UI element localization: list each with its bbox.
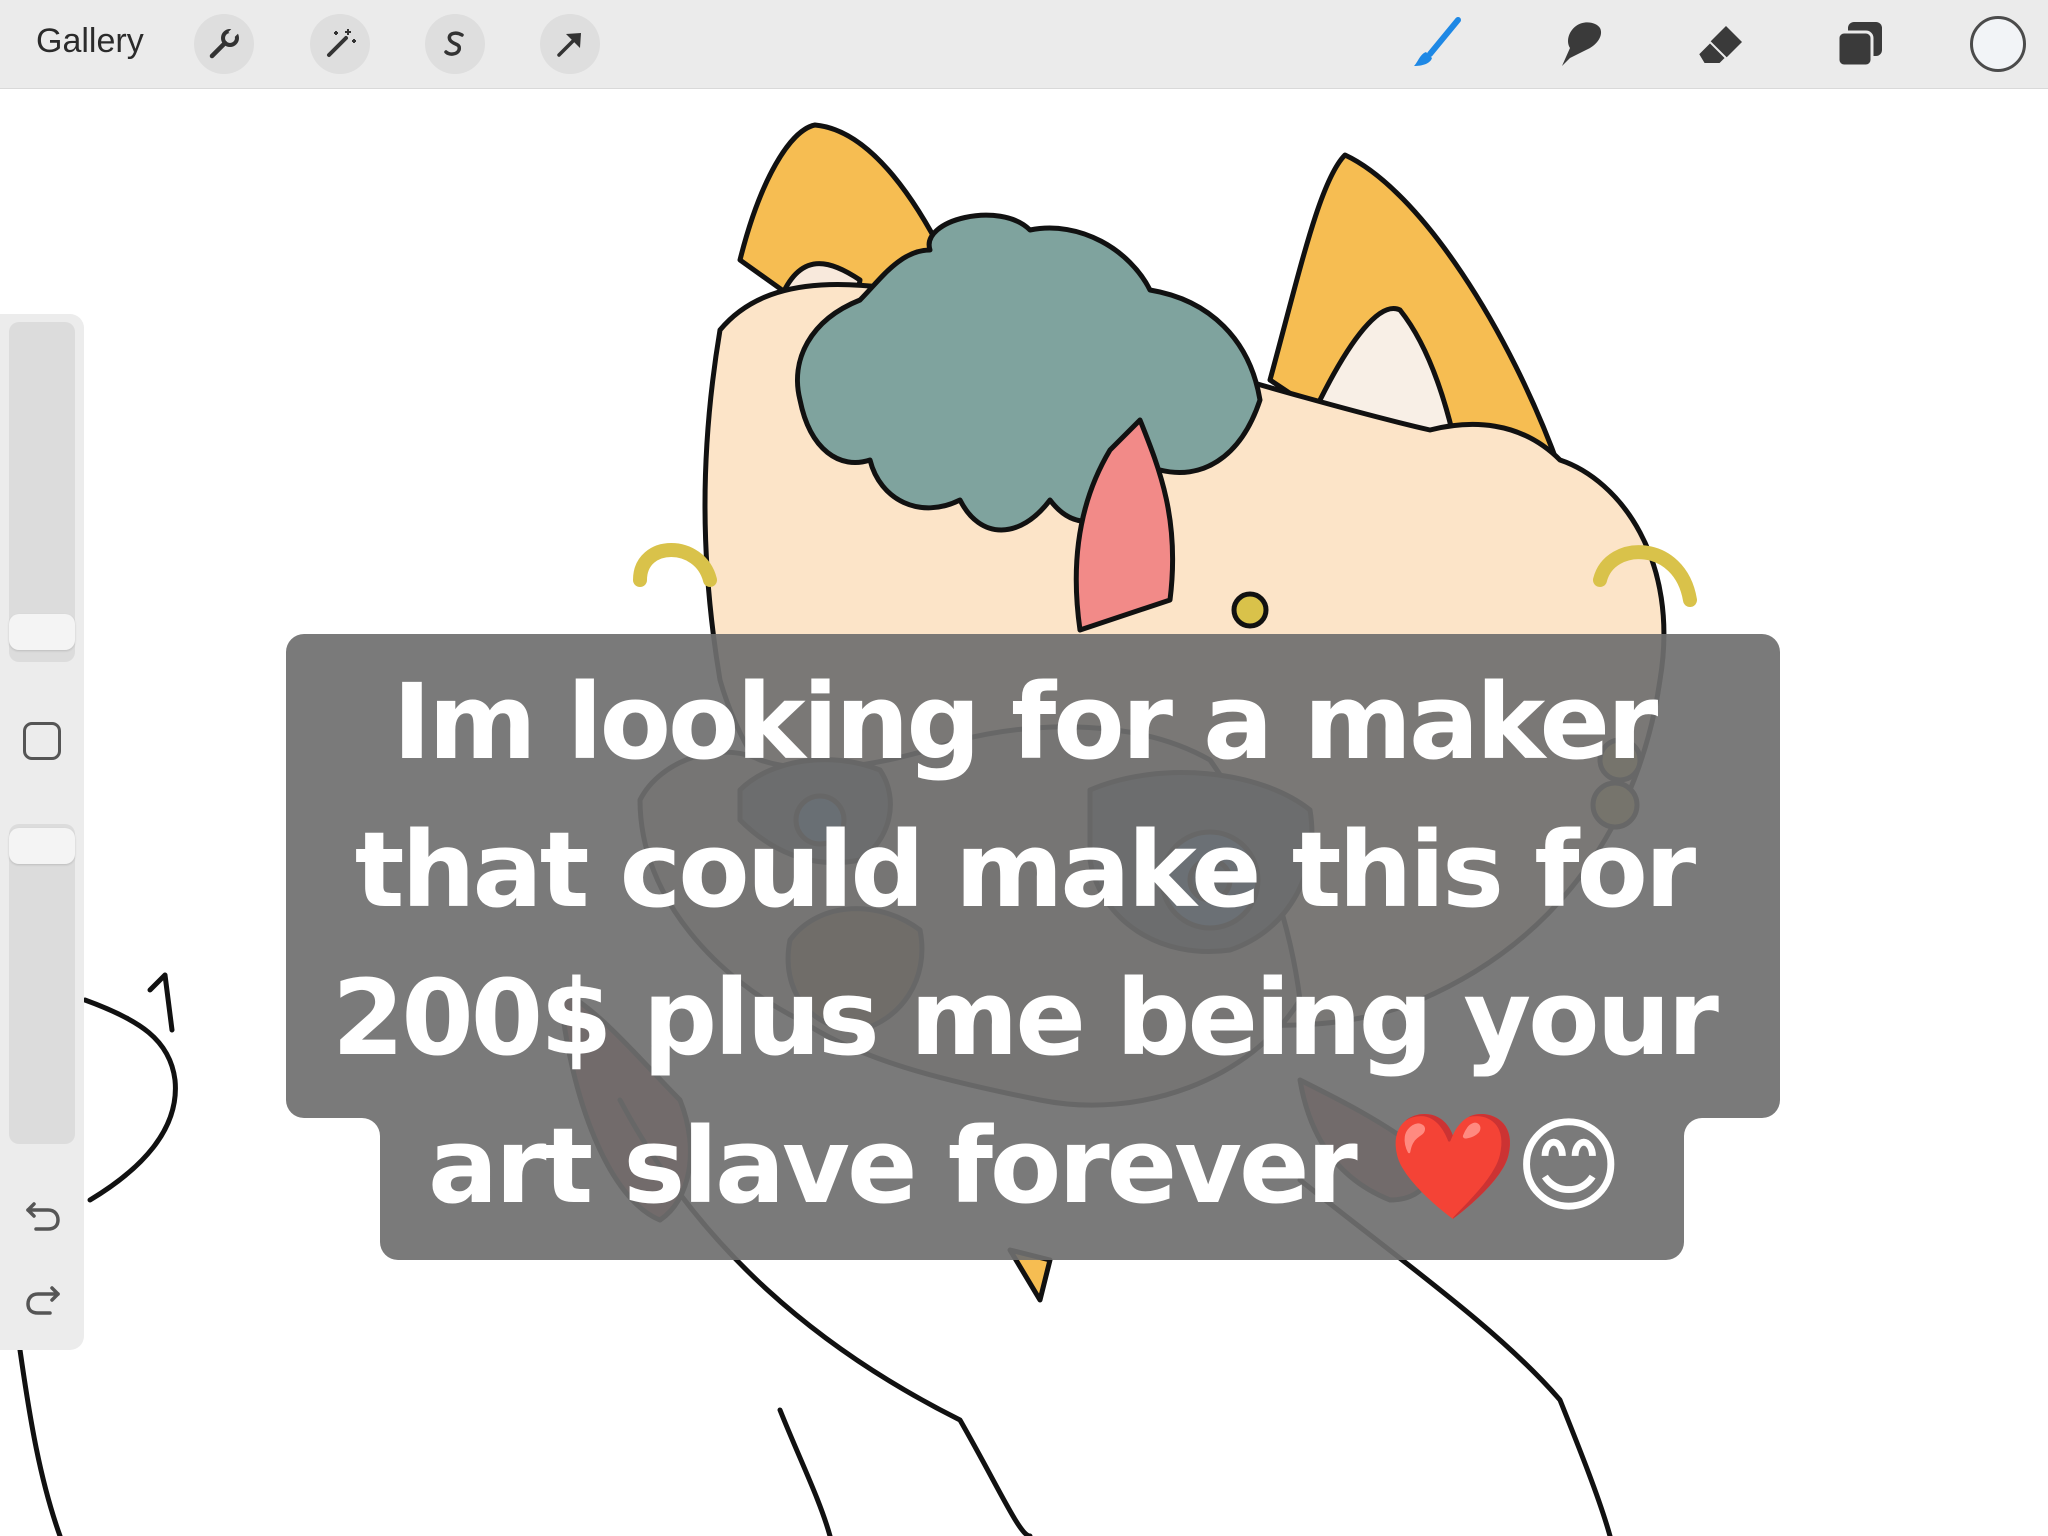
eraser-icon[interactable] [1690,14,1750,74]
modify-square-button[interactable] [23,722,61,760]
wrench-icon[interactable] [194,14,254,74]
smudge-icon[interactable] [1548,14,1608,74]
transform-arrow-icon[interactable] [540,14,600,74]
undo-icon[interactable] [20,1194,66,1240]
brush-size-slider[interactable] [9,322,75,662]
opacity-slider[interactable] [9,824,75,1144]
layers-icon[interactable] [1830,14,1890,74]
color-picker-swatch[interactable] [1970,16,2026,72]
selection-s-icon[interactable] [425,14,485,74]
magic-wand-icon[interactable] [310,14,370,74]
redo-icon[interactable] [20,1278,66,1324]
brush-icon[interactable] [1408,14,1468,74]
left-sidebar [0,314,84,1350]
opacity-thumb[interactable] [9,828,75,864]
drawing-canvas[interactable] [0,89,2048,1536]
top-toolbar: Gallery [0,0,2048,89]
gallery-button[interactable]: Gallery [36,22,144,61]
brush-size-thumb[interactable] [9,614,75,650]
